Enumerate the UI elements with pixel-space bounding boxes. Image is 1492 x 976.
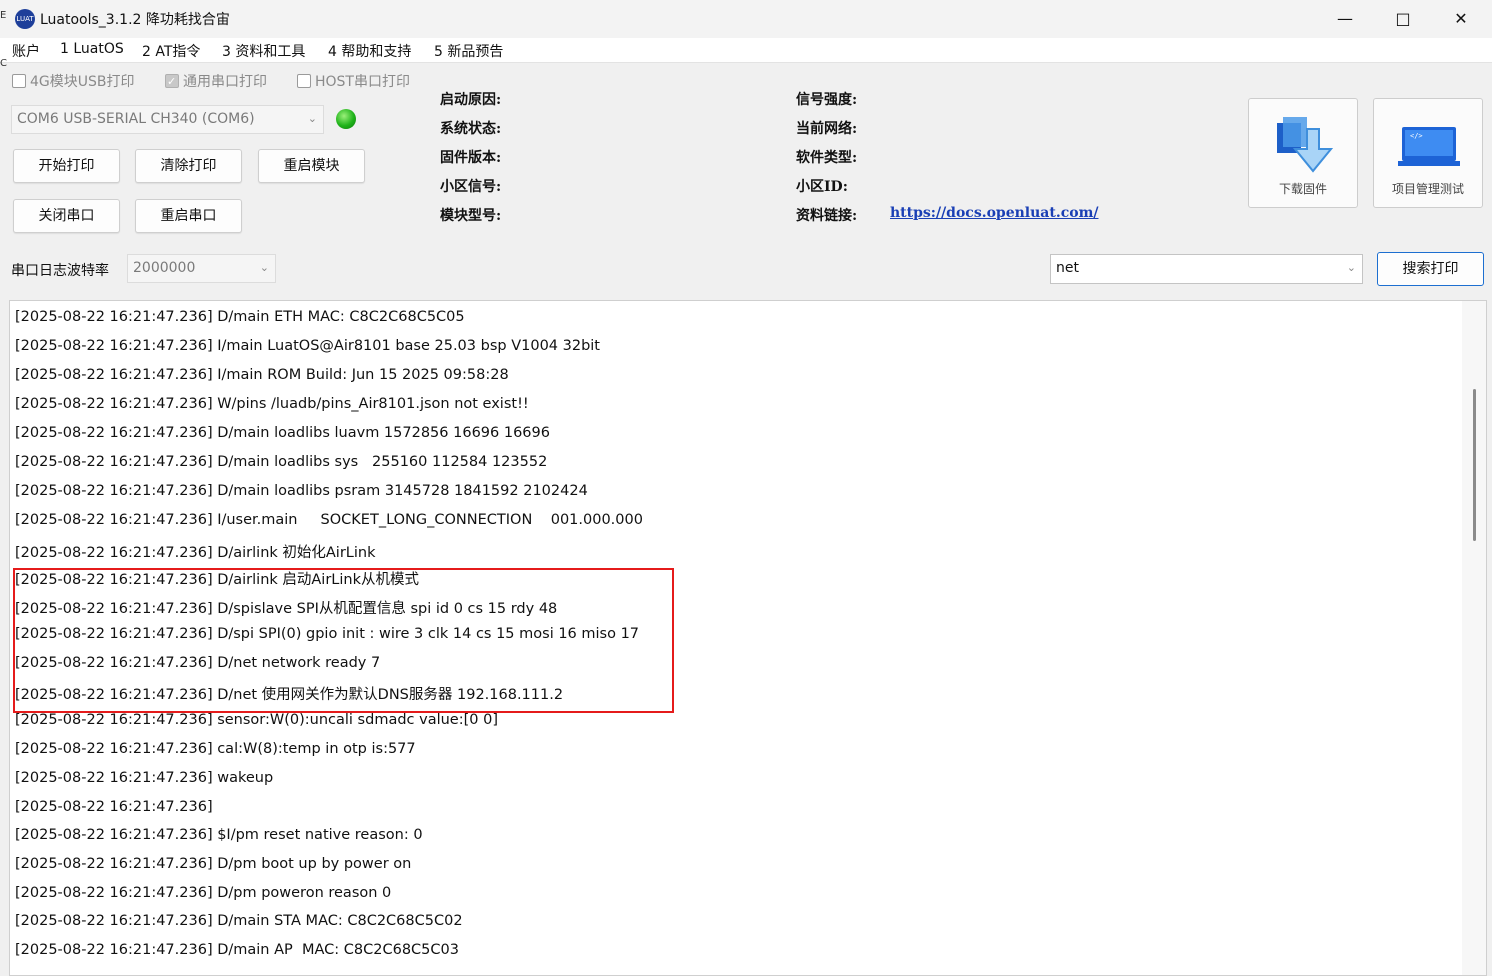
minimize-icon[interactable]: — bbox=[1316, 0, 1374, 38]
log-line: [2025-08-22 16:21:47.236] D/main AP MAC:… bbox=[15, 942, 459, 958]
cell-signal-label: 小区信号: bbox=[440, 179, 502, 195]
log-line: [2025-08-22 16:21:47.236] I/user.main SO… bbox=[15, 512, 643, 528]
signal-strength-label: 信号强度: bbox=[796, 92, 858, 108]
log-scrollbar[interactable] bbox=[1462, 301, 1486, 975]
log-line: [2025-08-22 16:21:47.236] wakeup bbox=[15, 770, 274, 786]
log-line: [2025-08-22 16:21:47.236] cal:W(8):temp … bbox=[15, 741, 416, 757]
module-model-label: 模块型号: bbox=[440, 208, 502, 224]
software-type-label: 软件类型: bbox=[796, 150, 858, 166]
menu-at-commands[interactable]: 2 AT指令 bbox=[142, 41, 200, 61]
chevron-down-icon: ⌄ bbox=[259, 261, 269, 274]
system-status-label: 系统状态: bbox=[440, 121, 502, 137]
download-firmware-label: 下载固件 bbox=[1278, 182, 1327, 196]
start-print-button[interactable]: 开始打印 bbox=[13, 149, 120, 183]
download-icon bbox=[1277, 117, 1334, 173]
cell-id-label: 小区ID: bbox=[796, 179, 848, 195]
menu-bar: 账户 1 LuatOS 2 AT指令 3 资料和工具 4 帮助和支持 5 新品预… bbox=[0, 38, 1492, 63]
restart-port-button[interactable]: 重启串口 bbox=[135, 199, 242, 233]
log-line: [2025-08-22 16:21:47.236] D/main loadlib… bbox=[15, 454, 548, 470]
checkbox-icon bbox=[297, 74, 311, 88]
log-line: [2025-08-22 16:21:47.236] I/main ROM Bui… bbox=[15, 367, 509, 383]
chevron-down-icon: ⌄ bbox=[307, 112, 317, 125]
search-input-value: net bbox=[1056, 260, 1079, 276]
baud-rate-value: 2000000 bbox=[133, 260, 196, 276]
close-icon[interactable]: ✕ bbox=[1432, 0, 1490, 38]
log-line: [2025-08-22 16:21:47.236] D/main STA MAC… bbox=[15, 913, 463, 929]
search-print-button[interactable]: 搜索打印 bbox=[1377, 252, 1484, 286]
log-scrollbar-thumb[interactable] bbox=[1473, 389, 1476, 541]
docs-link-label: 资料链接: bbox=[796, 208, 858, 224]
log-line: [2025-08-22 16:21:47.236] D/airlink 初始化A… bbox=[15, 545, 376, 561]
checkbox-label: HOST串口打印 bbox=[315, 74, 410, 90]
baud-rate-select[interactable]: 2000000 ⌄ bbox=[127, 254, 276, 283]
highlight-annotation-box bbox=[13, 568, 674, 713]
log-line: [2025-08-22 16:21:47.236] D/pm boot up b… bbox=[15, 856, 412, 872]
menu-resources-tools[interactable]: 3 资料和工具 bbox=[222, 41, 305, 61]
log-line: [2025-08-22 16:21:47.236] W/pins /luadb/… bbox=[15, 396, 529, 412]
log-line: [2025-08-22 16:21:47.236] D/main loadlib… bbox=[15, 425, 550, 441]
menu-help-support[interactable]: 4 帮助和支持 bbox=[328, 41, 411, 61]
restart-module-button[interactable]: 重启模块 bbox=[258, 149, 365, 183]
checkbox-icon bbox=[12, 74, 26, 88]
title-bar: LUAT Luatools_3.1.2 降功耗找合宙 — □ ✕ bbox=[0, 0, 1492, 38]
current-network-label: 当前网络: bbox=[796, 121, 858, 137]
edge-mark-bottom: C bbox=[0, 58, 7, 69]
baud-rate-label: 串口日志波特率 bbox=[11, 263, 109, 279]
log-line: [2025-08-22 16:21:47.236] I/main LuatOS@… bbox=[15, 338, 600, 354]
project-management-button[interactable]: </> 项目管理测试 bbox=[1373, 98, 1483, 208]
log-line: [2025-08-22 16:21:47.236] $I/pm reset na… bbox=[15, 827, 423, 843]
checkbox-4g-usb-print[interactable]: 4G模块USB打印 bbox=[12, 72, 135, 92]
checkbox-label: 通用串口打印 bbox=[183, 74, 267, 90]
maximize-icon[interactable]: □ bbox=[1374, 0, 1432, 38]
port-select[interactable]: COM6 USB-SERIAL CH340 (COM6) ⌄ bbox=[11, 105, 324, 134]
checkbox-common-serial-print[interactable]: 通用串口打印 bbox=[165, 72, 267, 92]
edge-mark-top: E bbox=[0, 10, 7, 21]
port-select-value: COM6 USB-SERIAL CH340 (COM6) bbox=[17, 111, 255, 127]
menu-luatos[interactable]: 1 LuatOS bbox=[60, 41, 124, 57]
connection-status-led bbox=[336, 109, 356, 129]
project-management-label: 项目管理测试 bbox=[1391, 182, 1464, 196]
search-input[interactable]: net ⌄ bbox=[1050, 254, 1363, 284]
log-line: [2025-08-22 16:21:47.236] D/main loadlib… bbox=[15, 483, 588, 499]
checkbox-label: 4G模块USB打印 bbox=[30, 74, 135, 90]
download-firmware-button[interactable]: 下载固件 bbox=[1248, 98, 1358, 208]
log-line: [2025-08-22 16:21:47.236] bbox=[15, 799, 213, 815]
window-title: Luatools_3.1.2 降功耗找合宙 bbox=[40, 12, 230, 28]
checkbox-host-serial-print[interactable]: HOST串口打印 bbox=[297, 72, 410, 92]
checkbox-checked-icon bbox=[165, 72, 179, 92]
svg-text:</>: </> bbox=[1410, 132, 1423, 140]
log-line: [2025-08-22 16:21:47.236] sensor:W(0):un… bbox=[15, 712, 498, 728]
menu-account[interactable]: 账户 bbox=[12, 41, 40, 61]
docs-link[interactable]: https://docs.openluat.com/ bbox=[890, 205, 1099, 221]
log-line: [2025-08-22 16:21:47.236] D/main ETH MAC… bbox=[15, 309, 465, 325]
log-line: [2025-08-22 16:21:47.236] D/pm poweron r… bbox=[15, 885, 392, 901]
menu-new-products[interactable]: 5 新品预告 bbox=[434, 41, 503, 61]
code-monitor-icon: </> bbox=[1398, 127, 1460, 166]
close-port-button[interactable]: 关闭串口 bbox=[13, 199, 120, 233]
clear-print-button[interactable]: 清除打印 bbox=[135, 149, 242, 183]
boot-reason-label: 启动原因: bbox=[440, 92, 502, 108]
app-logo-icon: LUAT bbox=[15, 9, 35, 29]
chevron-down-icon: ⌄ bbox=[1346, 261, 1356, 274]
firmware-version-label: 固件版本: bbox=[440, 150, 502, 166]
